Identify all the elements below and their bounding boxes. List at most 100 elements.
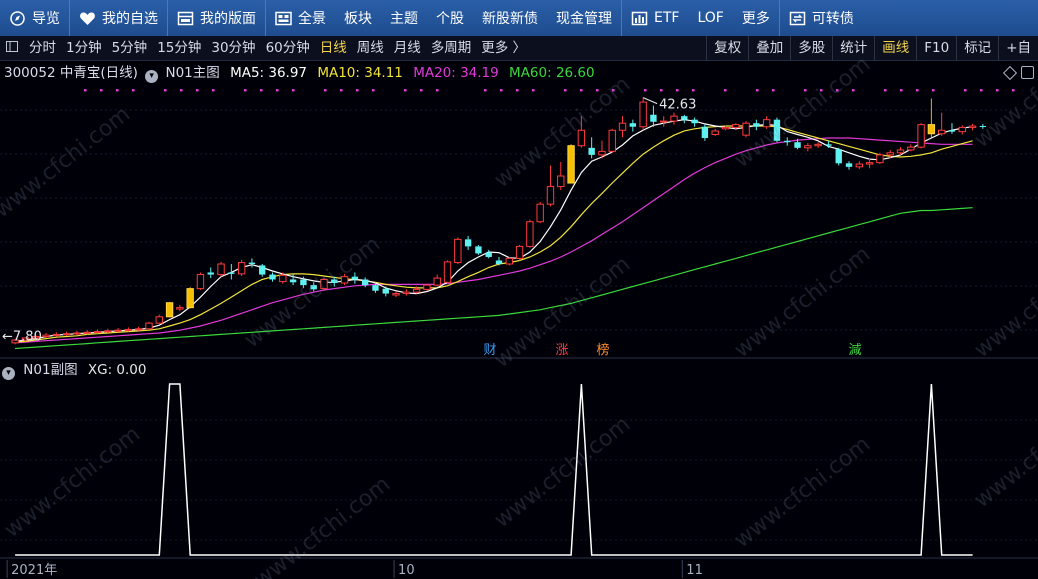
candle-body	[155, 316, 163, 324]
candle-body	[650, 114, 657, 122]
candle-body	[124, 328, 133, 331]
candle-body	[505, 257, 513, 265]
signal-dot	[692, 89, 695, 92]
event-marker: 涨	[555, 343, 568, 358]
candle-body	[73, 332, 81, 335]
candle-body	[351, 276, 359, 280]
signal-dot	[724, 89, 727, 92]
signal-dot	[772, 89, 775, 92]
ma10-line	[15, 125, 973, 343]
signal-dot	[932, 89, 935, 92]
candle-body	[104, 330, 112, 333]
signal-dot	[564, 89, 567, 92]
candle-body	[42, 334, 50, 338]
signal-dot	[900, 89, 903, 92]
candle-body	[937, 129, 946, 135]
candle-body	[907, 146, 915, 151]
candle-body	[228, 272, 235, 274]
signal-dot	[212, 89, 215, 92]
signal-dot	[484, 89, 487, 92]
candle-body	[896, 149, 905, 154]
signal-dot	[372, 89, 375, 92]
candle-body	[845, 163, 853, 167]
signal-dot	[196, 89, 199, 92]
signal-dot	[340, 89, 343, 92]
candle-body	[927, 124, 936, 135]
signal-dot	[580, 89, 583, 92]
signal-dot	[884, 89, 887, 92]
candle-body	[165, 302, 174, 318]
candle-body	[114, 329, 122, 332]
candle-body	[382, 288, 389, 294]
signal-dot	[324, 89, 327, 92]
event-marker: 榜	[596, 342, 609, 358]
candle-body	[536, 203, 544, 223]
high-price-label: 42.63	[659, 98, 696, 113]
signal-dot	[276, 89, 279, 92]
candle-body	[207, 272, 214, 275]
candle-body	[629, 123, 637, 127]
ma5-line	[15, 119, 973, 342]
stock-chart-app: 导览 我的自选 我的版面 全景 板块 主题 个股 新股新债 现金管理 ETF L…	[0, 0, 1038, 579]
candle-body	[660, 120, 668, 123]
candle-body	[289, 279, 297, 283]
signal-dot	[804, 89, 807, 92]
candle-body	[269, 274, 276, 280]
signal-dot	[404, 89, 407, 92]
candle-body	[485, 252, 492, 257]
signal-dot	[916, 89, 919, 92]
candle-body	[361, 279, 369, 286]
candle-body	[598, 150, 606, 156]
candle-body	[618, 122, 627, 131]
signal-dot	[532, 89, 535, 92]
candle-body	[83, 331, 91, 334]
event-marker: 減	[848, 342, 861, 358]
candle-body	[814, 143, 822, 147]
candle-body	[196, 274, 205, 290]
candle-body	[794, 142, 801, 148]
candle-body	[557, 175, 565, 188]
signal-dot	[84, 89, 87, 92]
candle-body	[454, 238, 462, 264]
signal-dot	[180, 89, 183, 92]
candle-body	[742, 122, 750, 136]
signal-dot	[260, 89, 263, 92]
candle-body	[475, 246, 482, 254]
candle-body	[443, 261, 452, 283]
signal-dot	[964, 89, 967, 92]
candle-body	[248, 262, 256, 264]
signal-dot	[676, 89, 679, 92]
signal-dot	[852, 89, 855, 92]
candle-body	[711, 130, 719, 135]
candle-body	[917, 124, 925, 148]
candle-body	[670, 115, 678, 122]
candle-body	[176, 307, 184, 310]
candle-body	[145, 322, 153, 330]
candle-body	[825, 144, 832, 146]
candle-body	[392, 293, 400, 296]
signal-dot	[996, 89, 999, 92]
signal-dot	[436, 89, 439, 92]
candle-body	[876, 154, 884, 164]
candle-body	[495, 260, 503, 264]
signal-dot	[1012, 89, 1015, 92]
candle-body	[701, 126, 709, 138]
candle-body	[237, 262, 246, 275]
candle-body	[259, 265, 266, 275]
candle-body	[186, 288, 194, 309]
candle-body	[855, 163, 864, 168]
candle-body	[804, 145, 812, 149]
candle-body	[423, 284, 431, 290]
candle-body	[372, 285, 379, 291]
signal-dot	[132, 89, 135, 92]
signal-dot	[660, 89, 663, 92]
low-price-label: ←7.80	[2, 329, 42, 344]
signal-dot	[164, 89, 167, 92]
signal-dot	[292, 89, 295, 92]
candle-body	[402, 291, 411, 295]
candle-body	[52, 333, 61, 336]
signal-dot	[644, 89, 647, 92]
candle-body	[639, 101, 647, 128]
candle-body	[608, 129, 616, 152]
candle-body	[567, 145, 575, 184]
